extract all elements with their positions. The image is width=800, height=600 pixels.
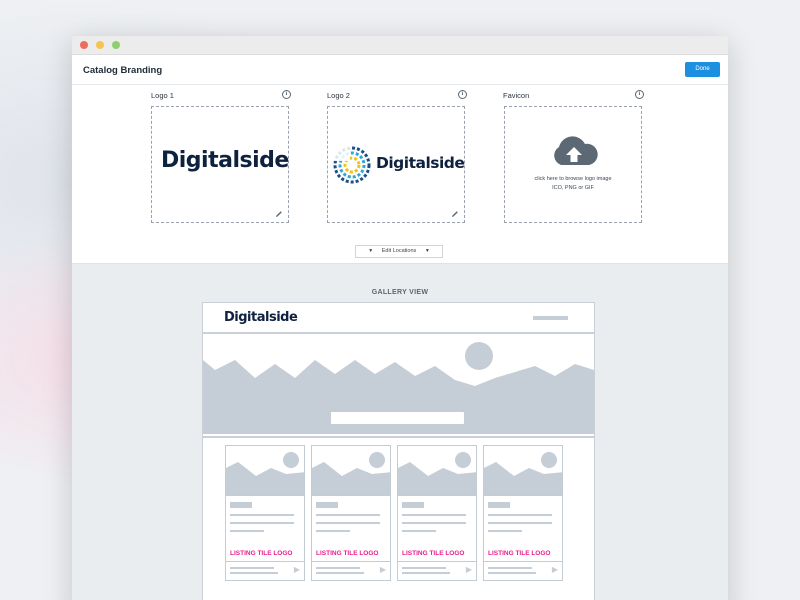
tile-footer: ▶ xyxy=(398,561,476,580)
logo1-image-text: Digitalside xyxy=(161,148,289,173)
edit-locations-dropdown[interactable]: ▼ Edit Locations ▼ xyxy=(355,245,443,258)
info-icon[interactable]: i xyxy=(635,90,644,99)
dialog-header: Catalog Branding Done xyxy=(72,55,728,85)
tile-footer: ▶ xyxy=(312,561,390,580)
listing-tile-logo-label: LISTING TILE LOGO xyxy=(230,550,293,557)
preview-menu-placeholder xyxy=(533,316,568,320)
edit-locations-label: Edit Locations xyxy=(381,248,417,254)
logo1-label: Logo 1 xyxy=(151,91,174,100)
catalog-branding-window: Catalog Branding Done Logo 1 i Digitalsi… xyxy=(72,36,728,600)
play-icon[interactable]: ▶ xyxy=(552,565,558,574)
play-icon[interactable]: ▶ xyxy=(380,565,386,574)
listing-tile-logo-label: LISTING TILE LOGO xyxy=(402,550,465,557)
minimize-window-button[interactable] xyxy=(96,41,104,49)
info-icon[interactable]: i xyxy=(458,90,467,99)
tile-image-placeholder xyxy=(312,446,390,496)
favicon-browse-hint: click here to browse logo image xyxy=(534,176,612,182)
play-icon[interactable]: ▶ xyxy=(294,565,300,574)
page-title: Catalog Branding xyxy=(83,65,163,76)
window-titlebar xyxy=(72,36,728,55)
gallery-preview: Digitalside LISTING TILE LOGO ▶ LISTING … xyxy=(202,302,595,600)
cloud-upload-icon xyxy=(554,136,598,165)
listing-tile: LISTING TILE LOGO ▶ xyxy=(225,445,305,581)
logo1-dropzone[interactable]: Digitalside xyxy=(151,106,289,223)
preview-logo: Digitalside xyxy=(224,310,298,325)
listing-tile: LISTING TILE LOGO ▶ xyxy=(397,445,477,581)
logo2-label: Logo 2 xyxy=(327,91,350,100)
logo2-image-text: Digitalside xyxy=(376,154,465,172)
logo2-dropzone[interactable]: Digitalside xyxy=(327,106,465,223)
done-button[interactable]: Done xyxy=(685,62,720,77)
info-icon[interactable]: i xyxy=(282,90,291,99)
hero-landscape-illustration xyxy=(203,342,594,434)
maximize-window-button[interactable] xyxy=(112,41,120,49)
favicon-format-hint: ICO, PNG or GIF xyxy=(552,185,594,191)
preview-header: Digitalside xyxy=(203,303,594,334)
gallery-view-label: GALLERY VIEW xyxy=(371,289,429,296)
caret-down-icon: ▼ xyxy=(368,248,374,254)
gallery-section: GALLERY VIEW Digitalside LISTING TILE LO… xyxy=(72,263,728,600)
favicon-label: Favicon xyxy=(503,91,530,100)
tile-footer: ▶ xyxy=(484,561,562,580)
play-icon[interactable]: ▶ xyxy=(466,565,472,574)
caret-down-icon: ▼ xyxy=(424,248,430,254)
preview-hero xyxy=(203,334,594,438)
logo-upload-section: Logo 1 i Digitalside Logo 2 i Digitalsid… xyxy=(72,85,728,264)
tile-image-placeholder xyxy=(398,446,476,496)
tile-footer: ▶ xyxy=(226,561,304,580)
favicon-dropzone[interactable]: click here to browse logo image ICO, PNG… xyxy=(504,106,642,223)
pencil-icon[interactable] xyxy=(451,210,459,218)
tile-image-placeholder xyxy=(484,446,562,496)
listing-tile: LISTING TILE LOGO ▶ xyxy=(311,445,391,581)
listing-tile: LISTING TILE LOGO ▶ xyxy=(483,445,563,581)
listing-tile-logo-label: LISTING TILE LOGO xyxy=(316,550,379,557)
digitalside-symbol-icon xyxy=(332,145,371,184)
listing-tile-logo-label: LISTING TILE LOGO xyxy=(488,550,551,557)
close-window-button[interactable] xyxy=(80,41,88,49)
pencil-icon[interactable] xyxy=(275,210,283,218)
tile-image-placeholder xyxy=(226,446,304,496)
